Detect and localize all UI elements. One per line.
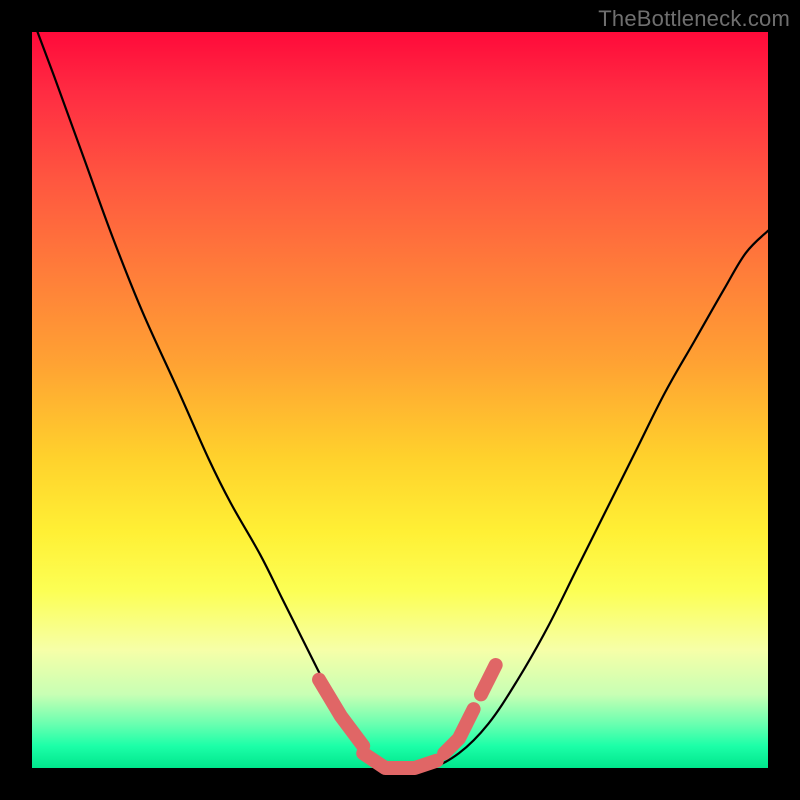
highlight-segment [319,680,363,746]
curve-layer [32,32,768,768]
bottleneck-curve [32,17,768,769]
highlight-segment [444,709,473,753]
chart-frame: TheBottleneck.com [0,0,800,800]
highlight-segment [363,753,437,768]
highlight-markers [319,665,496,768]
watermark-text: TheBottleneck.com [598,6,790,32]
highlight-segment [481,665,496,694]
plot-area [32,32,768,768]
